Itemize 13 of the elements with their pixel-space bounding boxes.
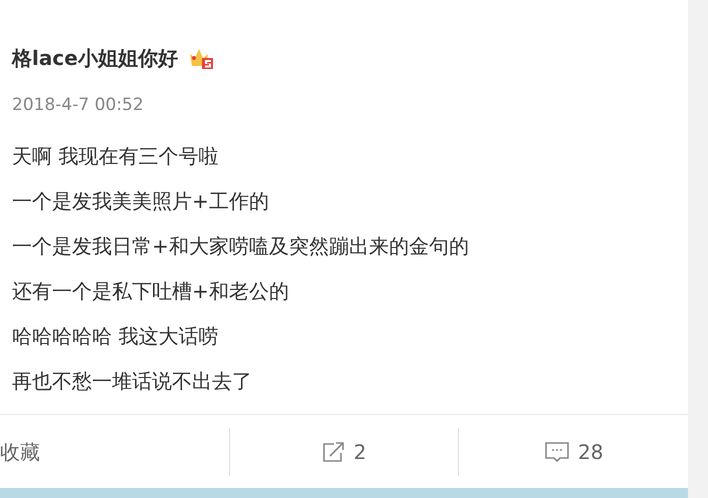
post-text-line: 天啊 我现在有三个号啦 [12, 142, 220, 170]
share-icon [322, 440, 346, 462]
favorite-button[interactable]: 收藏 [0, 436, 40, 466]
repost-button[interactable]: 2 [322, 436, 366, 466]
post-text-line: 一个是发我日常+和大家唠嗑及突然蹦出来的金句的 [12, 232, 470, 260]
post-time: 2018-4-7 00:52 [11, 94, 145, 117]
comment-button[interactable]: 28 [544, 436, 604, 466]
post-text-line: 再也不愁一堆话说不出去了 [12, 368, 253, 394]
post-text-line: 哈哈哈哈哈 我这大话唠 [12, 322, 220, 350]
post-text-line: 还有一个是私下吐槽+和老公的 [12, 278, 290, 304]
comment-icon [544, 440, 570, 464]
author-name[interactable]: 格lace小姐姐你好 [12, 43, 178, 73]
post-text-line: 一个是发我美美照片+工作的 [12, 188, 270, 214]
